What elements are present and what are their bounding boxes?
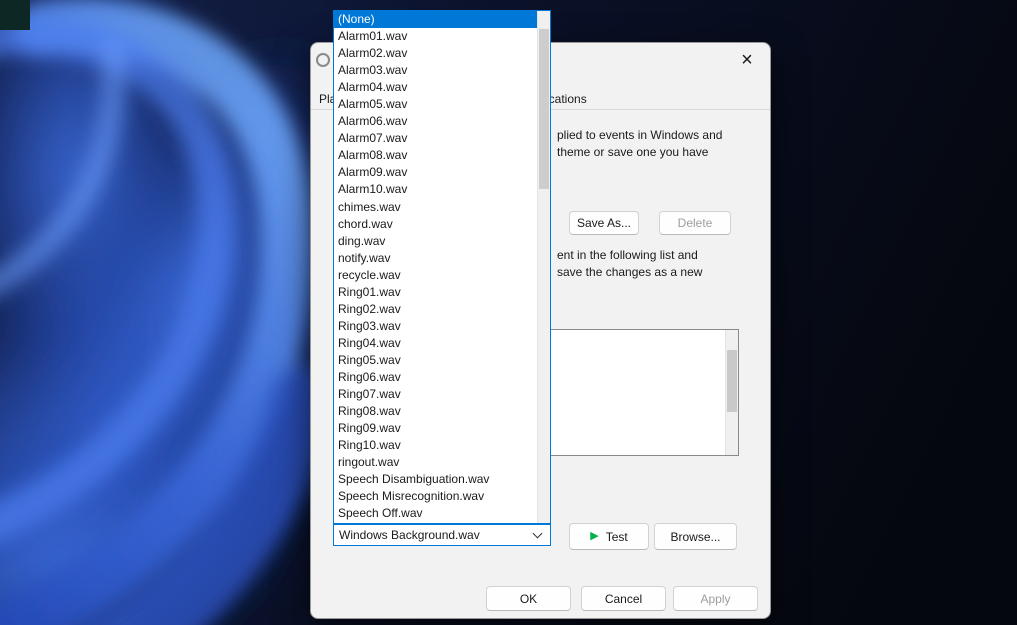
dropdown-item[interactable]: Ring06.wav	[334, 369, 537, 386]
dropdown-item[interactable]: ringout.wav	[334, 454, 537, 471]
dropdown-item[interactable]: Ring01.wav	[334, 284, 537, 301]
scheme-description-line1: plied to events in Windows and	[557, 128, 722, 142]
dropdown-item[interactable]: Alarm06.wav	[334, 113, 537, 130]
dropdown-item[interactable]: notify.wav	[334, 250, 537, 267]
browse-button[interactable]: Browse...	[654, 523, 737, 550]
tab-communications[interactable]: ications	[546, 92, 587, 106]
play-icon: ▶	[590, 531, 598, 542]
combobox-value: Windows Background.wav	[334, 528, 534, 542]
cancel-button[interactable]: Cancel	[581, 586, 666, 611]
dropdown-item[interactable]: Ring07.wav	[334, 386, 537, 403]
listbox-scrollbar-thumb[interactable]	[727, 350, 737, 412]
dropdown-item[interactable]: Ring02.wav	[334, 301, 537, 318]
desktop: × Pla ications plied to events in Window…	[0, 0, 1017, 625]
dialog-icon	[316, 53, 330, 67]
dropdown-item[interactable]: chimes.wav	[334, 199, 537, 216]
dropdown-item[interactable]: Alarm08.wav	[334, 147, 537, 164]
scheme-description-line2: theme or save one you have	[557, 145, 708, 159]
dropdown-item[interactable]: Alarm03.wav	[334, 62, 537, 79]
dropdown-item[interactable]: Ring04.wav	[334, 335, 537, 352]
sound-dropdown-open: (None)Alarm01.wavAlarm02.wavAlarm03.wavA…	[333, 10, 551, 524]
dropdown-item[interactable]: Alarm10.wav	[334, 181, 537, 198]
dropdown-item[interactable]: Speech Misrecognition.wav	[334, 488, 537, 505]
dropdown-item[interactable]: Ring03.wav	[334, 318, 537, 335]
dropdown-item[interactable]: Ring09.wav	[334, 420, 537, 437]
dropdown-item[interactable]: Ring10.wav	[334, 437, 537, 454]
sound-dropdown-list: (None)Alarm01.wavAlarm02.wavAlarm03.wavA…	[334, 11, 537, 523]
delete-button[interactable]: Delete	[659, 211, 731, 235]
events-description-line2: save the changes as a new	[557, 265, 702, 279]
dropdown-scrollbar[interactable]	[537, 11, 550, 523]
dropdown-item[interactable]: Alarm01.wav	[334, 28, 537, 45]
dropdown-item[interactable]: Alarm02.wav	[334, 45, 537, 62]
dropdown-item[interactable]: ding.wav	[334, 233, 537, 250]
ok-button[interactable]: OK	[486, 586, 571, 611]
close-icon[interactable]: ×	[732, 47, 762, 73]
dropdown-item[interactable]: Alarm04.wav	[334, 79, 537, 96]
dropdown-item[interactable]: (None)	[334, 11, 537, 28]
dropdown-scrollbar-thumb[interactable]	[539, 29, 549, 189]
dropdown-item[interactable]: Ring08.wav	[334, 403, 537, 420]
test-button-label: Test	[606, 530, 628, 544]
dropdown-item[interactable]: Alarm05.wav	[334, 96, 537, 113]
apply-button[interactable]: Apply	[673, 586, 758, 611]
test-button[interactable]: ▶ Test	[569, 523, 649, 550]
dropdown-item[interactable]: recycle.wav	[334, 267, 537, 284]
save-as-button[interactable]: Save As...	[569, 211, 639, 235]
chevron-down-icon[interactable]	[533, 528, 543, 538]
events-description-line1: ent in the following list and	[557, 248, 698, 262]
sound-combobox[interactable]: Windows Background.wav	[333, 524, 551, 546]
dropdown-item[interactable]: chord.wav	[334, 216, 537, 233]
listbox-scrollbar[interactable]	[725, 330, 738, 455]
dropdown-item[interactable]: Alarm07.wav	[334, 130, 537, 147]
dropdown-item[interactable]: Alarm09.wav	[334, 164, 537, 181]
dropdown-item[interactable]: Ring05.wav	[334, 352, 537, 369]
dropdown-item[interactable]: Speech Disambiguation.wav	[334, 471, 537, 488]
dropdown-item[interactable]: Speech Off.wav	[334, 505, 537, 522]
